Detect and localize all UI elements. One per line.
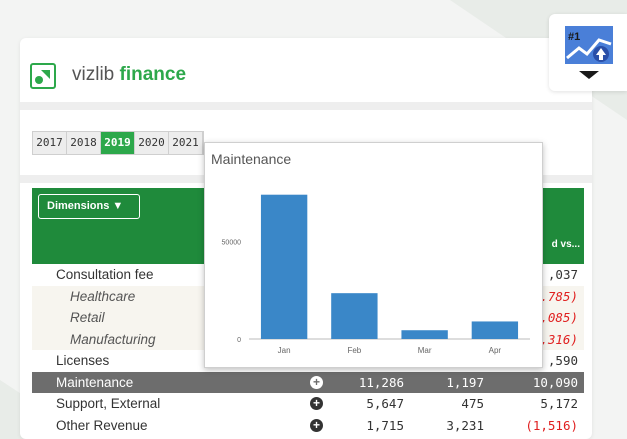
table-row[interactable]: Support, External + 5,647 475 5,172 <box>32 393 584 415</box>
expand-plus-icon[interactable]: + <box>310 375 323 389</box>
bar-feb[interactable] <box>331 293 378 339</box>
table-row-selected[interactable]: Maintenance + 11,286 1,197 10,090 <box>32 371 584 393</box>
row-value: (1,516) <box>525 417 578 433</box>
x-tick-label: Apr <box>489 346 502 355</box>
y-tick-label: 50000 <box>222 240 242 247</box>
row-value: 5,647 <box>366 396 404 411</box>
year-selector: 2017 2018 2019 2020 2021 <box>32 131 204 155</box>
brand-title: vizlib finance <box>72 64 186 86</box>
row-label: Retail <box>70 310 105 325</box>
bar-mar[interactable] <box>401 330 448 339</box>
row-label: Other Revenue <box>56 417 148 433</box>
year-button-2018[interactable]: 2018 <box>67 132 101 154</box>
row-label: Consultation fee <box>56 267 154 282</box>
x-tick-label: Feb <box>347 346 361 355</box>
row-value: 11,286 <box>358 374 404 390</box>
row-value: .785) <box>540 288 578 304</box>
row-value: 3,231 <box>446 417 484 433</box>
header-divider <box>20 102 592 110</box>
row-value: 475 <box>461 396 484 411</box>
row-value: 1,715 <box>366 417 404 433</box>
rank-badge[interactable]: #1 <box>549 14 627 91</box>
row-value: ,037 <box>547 267 578 282</box>
row-label: Support, External <box>56 396 161 411</box>
expand-plus-icon[interactable]: + <box>310 397 323 410</box>
row-value: 10,090 <box>532 374 578 390</box>
column-header-variance[interactable]: d vs... <box>552 239 580 250</box>
row-value: ,316) <box>540 331 578 347</box>
y-tick-label: 0 <box>237 337 241 344</box>
brand-suffix: finance <box>119 64 187 85</box>
rank-chart-icon: #1 <box>565 26 613 79</box>
row-label: Manufacturing <box>70 331 156 347</box>
year-button-2019[interactable]: 2019 <box>101 132 135 154</box>
badge-label: #1 <box>568 31 580 43</box>
dimensions-button[interactable]: Dimensions ▼ <box>38 194 140 219</box>
row-label: Maintenance <box>56 374 134 390</box>
bar-jan[interactable] <box>260 194 308 339</box>
maintenance-bar-chart: 0 50000 Jan Feb Mar Apr <box>222 194 530 355</box>
x-tick-label: Mar <box>418 346 432 355</box>
x-tick-label: Jan <box>278 346 291 355</box>
row-value: ,590 <box>547 353 578 368</box>
expand-plus-icon[interactable]: + <box>310 418 323 432</box>
app-header: vizlib finance <box>20 38 592 102</box>
maintenance-tooltip: Maintenance 0 50000 Jan Feb Mar Apr <box>204 142 543 368</box>
row-value: 5,172 <box>540 396 578 411</box>
year-button-2017[interactable]: 2017 <box>33 132 67 154</box>
year-button-2021[interactable]: 2021 <box>169 132 203 154</box>
row-label: Healthcare <box>70 288 136 304</box>
vizlib-logo-icon <box>30 63 56 89</box>
row-label: Licenses <box>56 353 110 368</box>
table-row[interactable]: Other Revenue + 1,715 3,231 (1,516) <box>32 415 584 437</box>
year-button-2020[interactable]: 2020 <box>135 132 169 154</box>
brand-prefix: vizlib <box>72 64 115 85</box>
row-value: ,085) <box>540 310 578 325</box>
row-value: 1,197 <box>446 374 484 390</box>
bar-apr[interactable] <box>471 321 519 339</box>
